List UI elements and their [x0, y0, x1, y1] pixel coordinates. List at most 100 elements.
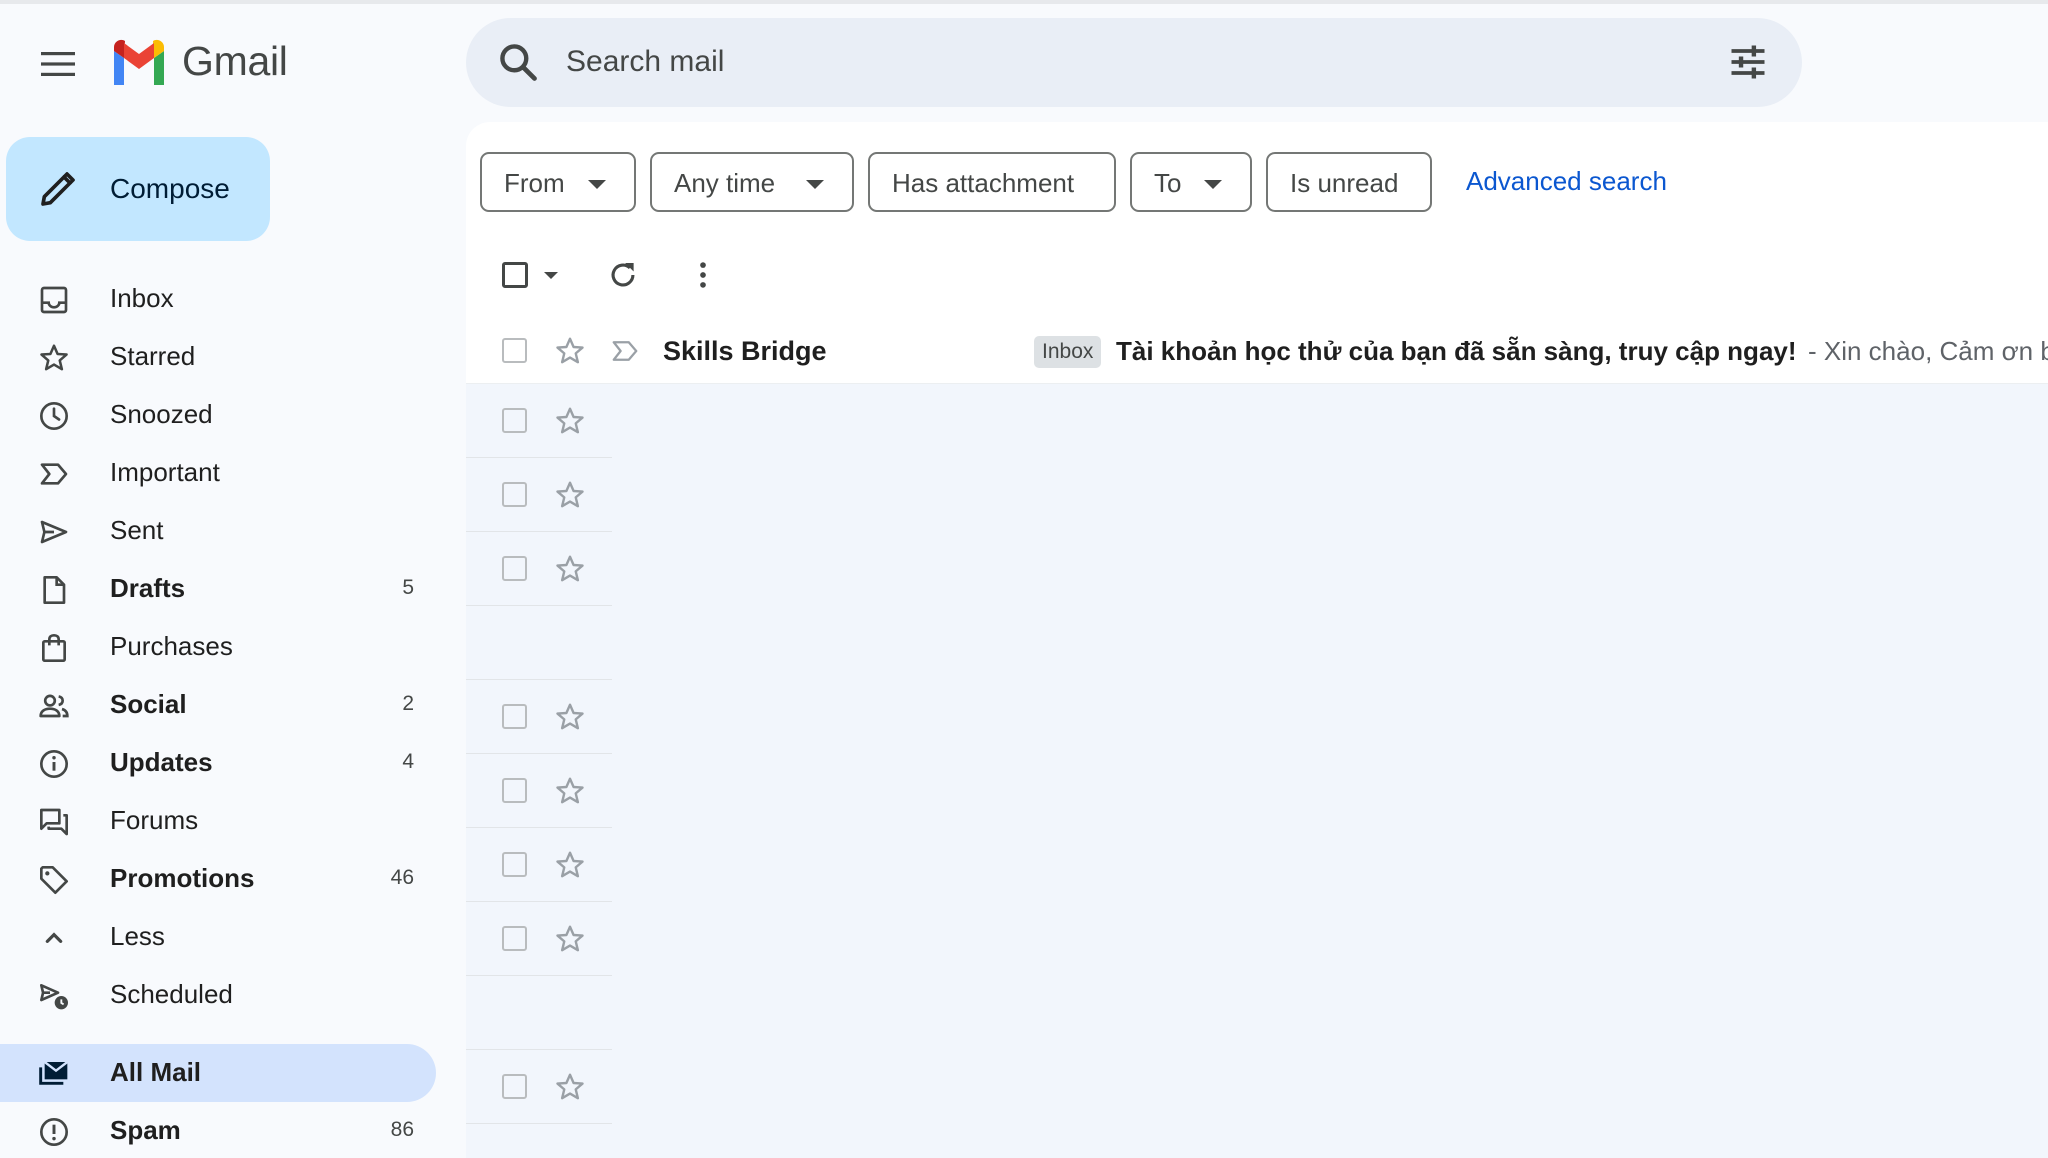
row-checkbox[interactable] [502, 926, 527, 951]
star-icon[interactable] [554, 553, 586, 585]
sidebar-item-drafts[interactable]: Drafts 5 [0, 560, 436, 618]
list-item[interactable] [466, 902, 612, 976]
sidebar-item-starred[interactable]: Starred [0, 328, 436, 386]
star-icon[interactable] [554, 775, 586, 807]
sidebar-item-label: Social [110, 689, 187, 719]
message-snippet: - Xin chào, Cảm ơn b [1808, 336, 2048, 366]
sidebar-item-updates[interactable]: Updates 4 [0, 734, 436, 792]
select-all-checkbox[interactable] [502, 262, 528, 288]
list-item [466, 606, 612, 680]
list-item[interactable] [466, 754, 612, 828]
advanced-search-link[interactable]: Advanced search [1466, 166, 1667, 197]
sidebar-item-label: Important [110, 457, 220, 487]
sidebar-item-label: Snoozed [110, 399, 213, 429]
sidebar-item-spam[interactable]: Spam 86 [0, 1102, 436, 1158]
list-item[interactable] [466, 384, 612, 458]
sidebar-item-snoozed[interactable]: Snoozed [0, 386, 436, 444]
list-item[interactable] [466, 1050, 612, 1124]
list-item[interactable] [466, 680, 612, 754]
sidebar-item-count: 86 [390, 1118, 414, 1141]
sidebar-item-inbox[interactable]: Inbox [0, 270, 436, 328]
sidebar-item-label: Spam [110, 1115, 181, 1145]
more-vert-icon[interactable] [686, 258, 720, 292]
search-options-icon[interactable] [1726, 40, 1770, 84]
sidebar-item-label: Updates [110, 747, 213, 777]
message-label-badge[interactable]: Inbox [1034, 336, 1102, 368]
main-menu-button[interactable] [32, 42, 84, 86]
important-marker-icon[interactable] [610, 336, 640, 366]
list-item[interactable] [466, 458, 612, 532]
row-checkbox[interactable] [502, 704, 527, 729]
row-checkbox[interactable] [502, 408, 527, 433]
chip-label: Any time [674, 168, 776, 198]
chevron-down-icon [806, 180, 824, 189]
star-icon[interactable] [554, 335, 586, 367]
search-icon[interactable] [496, 40, 540, 84]
sidebar-item-forums[interactable]: Forums [0, 792, 436, 850]
row-checkbox[interactable] [502, 482, 527, 507]
star-icon[interactable] [554, 479, 586, 511]
gmail-logo[interactable]: Gmail [110, 38, 288, 85]
filter-chip-has-attachment[interactable]: Has attachment [868, 152, 1116, 212]
sidebar-item-scheduled[interactable]: Scheduled [0, 966, 436, 1024]
sidebar-item-label: Inbox [110, 283, 174, 313]
sidebar-item-label: All Mail [110, 1057, 202, 1087]
tag-icon [40, 866, 68, 894]
list-toolbar [466, 242, 966, 322]
sidebar-item-label: Sent [110, 515, 164, 545]
search-bar[interactable] [466, 18, 1802, 107]
filter-chip-from[interactable]: From [480, 152, 636, 212]
sidebar-item-less[interactable]: Less [0, 908, 436, 966]
row-checkbox[interactable] [502, 852, 527, 877]
star-icon[interactable] [554, 923, 586, 955]
sidebar-item-social[interactable]: Social 2 [0, 676, 436, 734]
chevron-down-icon [588, 180, 606, 189]
scheduled-send-icon [40, 984, 68, 1010]
mail-list-panel: From Any time Has attachment To Is unrea… [466, 122, 2048, 1158]
star-icon[interactable] [554, 1071, 586, 1103]
chevron-up-icon [45, 932, 63, 943]
list-item[interactable] [466, 532, 612, 606]
sidebar-item-all-mail[interactable]: All Mail [0, 1044, 436, 1102]
refresh-icon[interactable] [606, 258, 640, 292]
sidebar-item-label: Drafts [110, 573, 186, 603]
draft-icon [43, 576, 66, 604]
filter-chip-any-time[interactable]: Any time [650, 152, 854, 212]
filter-chip-to[interactable]: To [1130, 152, 1252, 212]
sidebar-item-label: Purchases [110, 631, 233, 661]
app-name: Gmail [182, 38, 288, 84]
gmail-m-icon [114, 39, 164, 85]
search-input[interactable] [566, 34, 1566, 90]
all-mail-icon [39, 1061, 69, 1085]
forum-icon [40, 808, 68, 836]
filter-chip-is-unread[interactable]: Is unread [1266, 152, 1432, 212]
row-checkbox[interactable] [502, 1074, 527, 1099]
list-item [466, 976, 612, 1050]
spam-icon [40, 1118, 68, 1146]
row-checkbox[interactable] [502, 778, 527, 803]
send-icon [40, 520, 68, 544]
chip-label: From [504, 168, 565, 198]
sidebar-item-count: 4 [402, 750, 414, 773]
row-checkbox[interactable] [502, 556, 527, 581]
star-icon[interactable] [554, 405, 586, 437]
compose-button[interactable]: Compose [6, 137, 270, 241]
sidebar-item-count: 46 [390, 866, 414, 889]
sidebar-item-promotions[interactable]: Promotions 46 [0, 850, 436, 908]
compose-label: Compose [110, 173, 230, 204]
chip-label: Is unread [1290, 168, 1399, 198]
chevron-down-icon [1204, 180, 1222, 189]
star-icon[interactable] [554, 849, 586, 881]
select-options-chevron-icon[interactable] [544, 272, 558, 279]
star-icon[interactable] [554, 701, 586, 733]
row-checkbox[interactable] [502, 338, 527, 363]
sidebar-item-important[interactable]: Important [0, 444, 436, 502]
list-item[interactable] [466, 828, 612, 902]
sidebar-item-sent[interactable]: Sent [0, 502, 436, 560]
shopping-bag-icon [42, 633, 66, 662]
inbox-icon [40, 286, 68, 314]
sidebar-item-purchases[interactable]: Purchases [0, 618, 436, 676]
sidebar-item-label: Forums [110, 805, 199, 835]
people-icon [39, 694, 69, 718]
table-row[interactable]: Skills Bridge Inbox Tài khoản học thử củ… [466, 318, 2048, 384]
